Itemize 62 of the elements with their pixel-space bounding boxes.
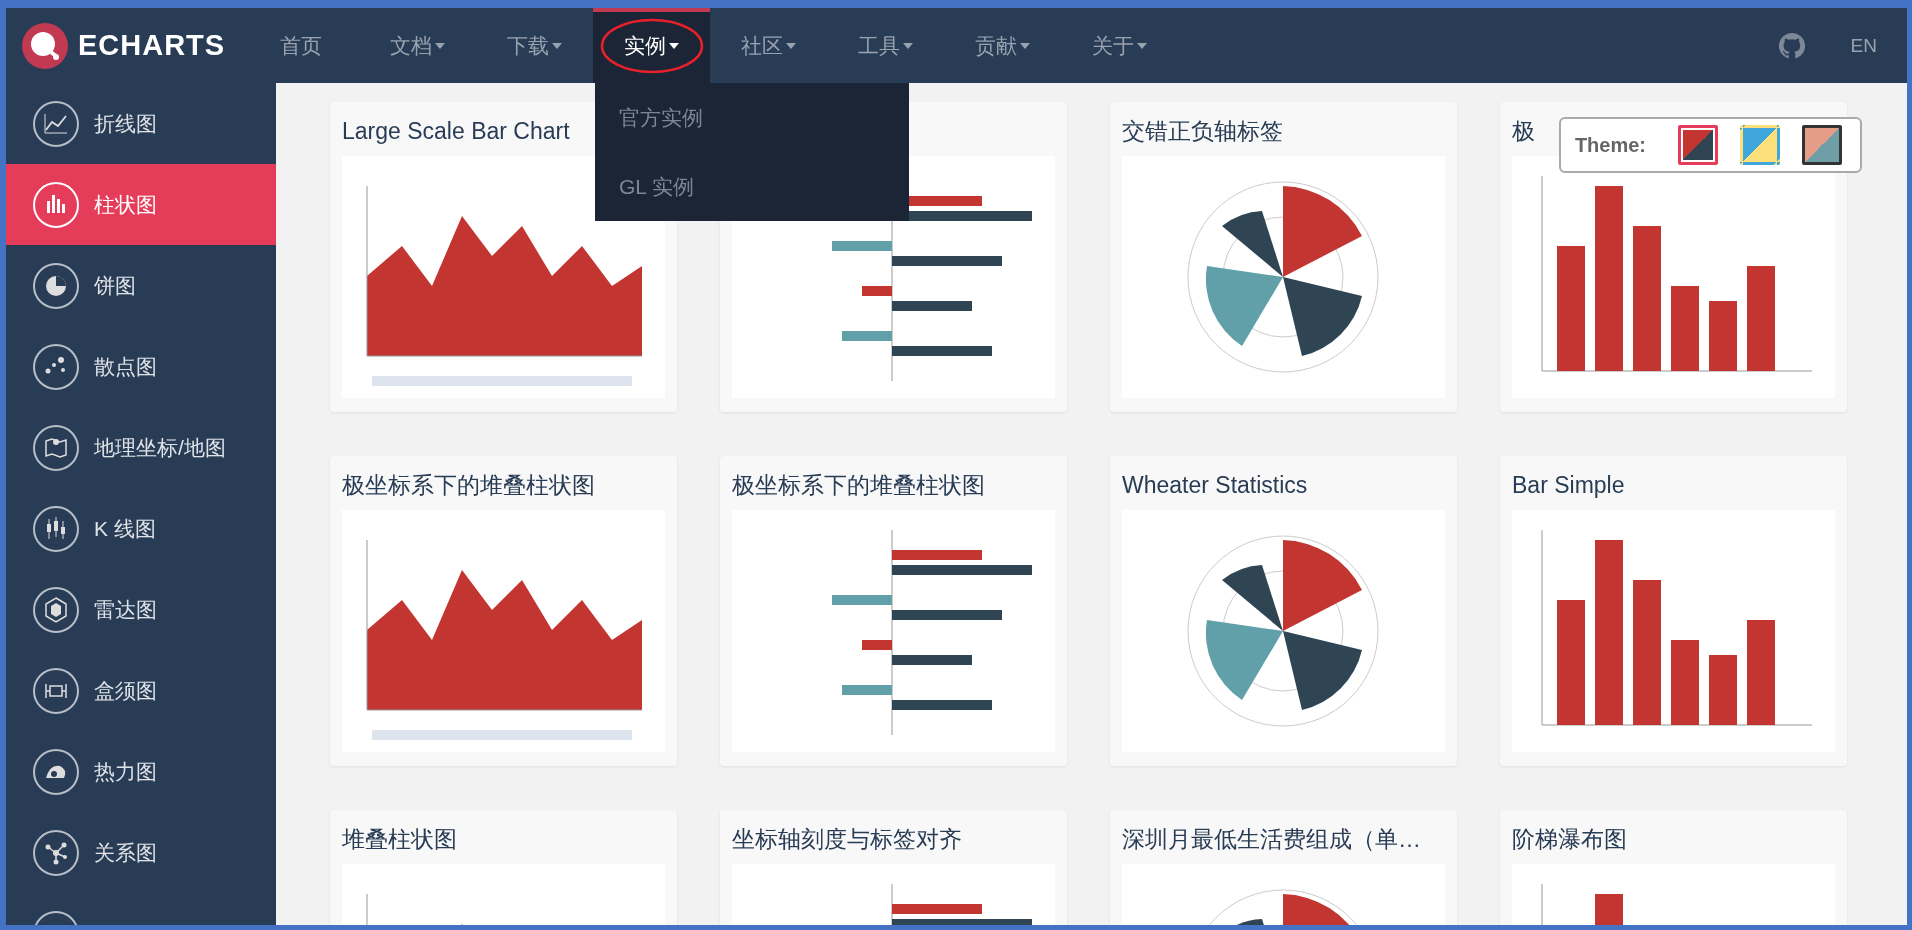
nav-menu-item[interactable]: 贡献 bbox=[944, 8, 1061, 83]
caret-icon bbox=[552, 42, 562, 49]
theme-swatch[interactable] bbox=[1802, 125, 1842, 165]
pie-chart-icon bbox=[32, 261, 80, 310]
logo-icon bbox=[22, 22, 68, 69]
card-title: 交错正负轴标签 bbox=[1122, 118, 1283, 144]
sidebar-item[interactable]: 雷达图 bbox=[6, 569, 276, 650]
card-title: Large Scale Bar Chart bbox=[342, 118, 570, 144]
graph-icon bbox=[32, 828, 80, 877]
caret-icon bbox=[1137, 42, 1147, 49]
sidebar-item[interactable]: 散点图 bbox=[6, 326, 276, 407]
example-card[interactable]: Wheater Statistics bbox=[1110, 456, 1457, 766]
example-card[interactable]: 堆叠柱状图 bbox=[330, 810, 677, 925]
line-chart-icon bbox=[32, 99, 80, 148]
card-title: 深圳月最低生活费组成（单… bbox=[1122, 826, 1421, 852]
sidebar-item[interactable]: 热力图 bbox=[6, 731, 276, 812]
theme-swatch[interactable] bbox=[1740, 125, 1780, 165]
sidebar-item[interactable]: 饼图 bbox=[6, 245, 276, 326]
candlestick-icon bbox=[32, 504, 80, 553]
card-title: 极坐标系下的堆叠柱状图 bbox=[342, 472, 595, 498]
caret-icon bbox=[1020, 42, 1030, 49]
boxplot-icon bbox=[32, 666, 80, 715]
language-link[interactable]: EN bbox=[1850, 34, 1877, 57]
theme-label: Theme: bbox=[1574, 133, 1646, 157]
caret-icon bbox=[669, 42, 679, 49]
map-icon bbox=[32, 423, 80, 472]
nav-menu-item[interactable]: 文档 bbox=[359, 8, 476, 83]
sidebar-item[interactable]: 关系图 bbox=[6, 812, 276, 893]
example-card[interactable]: 阶梯瀑布图 bbox=[1500, 810, 1847, 925]
nav-menu-item[interactable]: 首页 bbox=[242, 8, 359, 83]
blob-icon bbox=[32, 747, 80, 796]
scatter-icon bbox=[32, 342, 80, 391]
card-title: Bar Simple bbox=[1512, 472, 1625, 498]
card-title: 极 bbox=[1512, 118, 1535, 144]
example-card[interactable]: 极坐标系下的堆叠柱状图 bbox=[720, 456, 1067, 766]
nav-menu-item[interactable]: 下载 bbox=[476, 8, 593, 83]
card-title: 堆叠柱状图 bbox=[342, 826, 457, 852]
sidebar-item[interactable]: K 线图 bbox=[6, 488, 276, 569]
example-card[interactable]: 交错正负轴标签 bbox=[1110, 102, 1457, 412]
card-title: 极坐标系下的堆叠柱状图 bbox=[732, 472, 985, 498]
nav-menu-item[interactable]: 工具 bbox=[827, 8, 944, 83]
caret-icon bbox=[903, 42, 913, 49]
card-title: 阶梯瀑布图 bbox=[1512, 826, 1627, 852]
example-card[interactable]: 坐标轴刻度与标签对齐 bbox=[720, 810, 1067, 925]
sidebar-item[interactable]: 盒须图 bbox=[6, 650, 276, 731]
theme-swatch[interactable] bbox=[1678, 125, 1718, 165]
nav-menu-item[interactable]: 社区 bbox=[710, 8, 827, 83]
example-card[interactable]: 极坐标系下的堆叠柱状图 bbox=[330, 456, 677, 766]
bar-chart-icon bbox=[32, 180, 80, 229]
logo-text: ECHARTS bbox=[78, 29, 226, 62]
sidebar-item[interactable]: 折线图 bbox=[6, 83, 276, 164]
card-title: 坐标轴刻度与标签对齐 bbox=[732, 826, 962, 852]
sidebar-item[interactable]: 柱状图 bbox=[6, 164, 276, 245]
caret-icon bbox=[435, 42, 445, 49]
example-card[interactable]: Bar Simple bbox=[1500, 456, 1847, 766]
nav-menu-item[interactable]: 关于 bbox=[1061, 8, 1178, 83]
nav-menu-item[interactable]: 实例 bbox=[593, 8, 710, 83]
github-icon[interactable] bbox=[1778, 32, 1805, 59]
card-title: Wheater Statistics bbox=[1122, 472, 1308, 498]
sidebar-item[interactable]: 地理坐标/地图 bbox=[6, 407, 276, 488]
example-card[interactable]: 深圳月最低生活费组成（单… bbox=[1110, 810, 1457, 925]
caret-icon bbox=[786, 42, 796, 49]
